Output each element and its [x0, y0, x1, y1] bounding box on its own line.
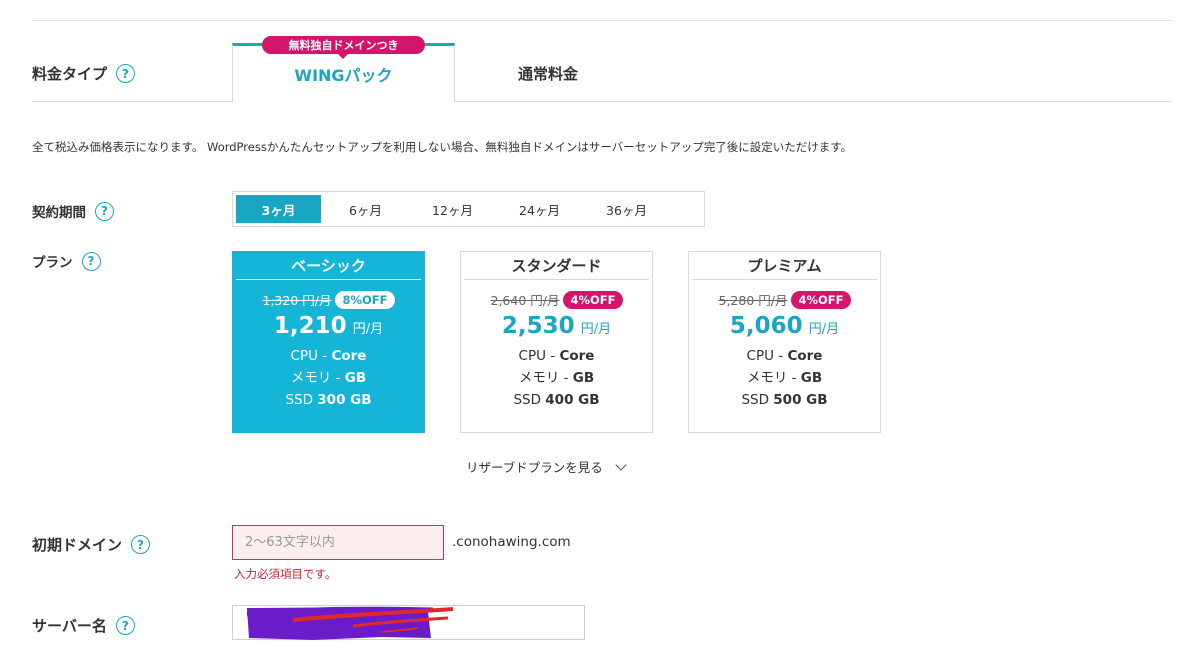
server-name-input[interactable]	[232, 605, 585, 640]
spec-memory: メモリ - GB	[290, 370, 367, 386]
monthly-price: 2,530	[501, 313, 575, 339]
question-circle-icon[interactable]: ?	[115, 616, 135, 635]
period-option-24m[interactable]: 24ヶ月	[497, 195, 582, 223]
top-divider	[32, 20, 1172, 21]
plan-card-standard[interactable]: スタンダード 2,640 円/月 4%OFF 2,530 円/月 CPU - C…	[460, 251, 653, 433]
discount-badge: 4%OFF	[791, 290, 851, 309]
plan-label: プラン ?	[32, 251, 101, 271]
old-price: 1,320 円/月	[262, 293, 332, 308]
monthly-price: 5,060	[729, 313, 803, 339]
reserved-plan-link[interactable]: リザーブドプランを見る	[466, 457, 627, 476]
period-option-3m[interactable]: 3ヶ月	[236, 195, 321, 223]
spec-cpu: CPU - Core	[290, 348, 367, 364]
initial-domain-input[interactable]	[232, 525, 444, 560]
plan-card-basic[interactable]: ベーシック 1,320 円/月 8%OFF 1,210 円/月 CPU - Co…	[232, 251, 425, 433]
initial-domain-label: 初期ドメイン ?	[32, 534, 151, 555]
tab-normal-price[interactable]: 通常料金	[456, 44, 640, 102]
spec-memory: メモリ - GB	[518, 370, 595, 386]
period-option-12m[interactable]: 12ヶ月	[410, 195, 495, 223]
tax-note: 全て税込み価格表示になります。 WordPressかんたんセットアップを利用しな…	[32, 140, 853, 154]
period-option-6m[interactable]: 6ヶ月	[323, 195, 408, 223]
contract-period-label: 契約期間 ?	[32, 201, 114, 221]
discount-badge: 8%OFF	[335, 290, 395, 309]
chevron-down-icon	[615, 458, 627, 471]
old-price: 2,640 円/月	[490, 293, 560, 308]
required-error: 入力必須項目です。	[234, 567, 337, 581]
free-domain-badge: 無料独自ドメインつき	[262, 36, 425, 59]
plan-name: ベーシック	[236, 252, 421, 280]
price-unit: 円/月	[352, 322, 384, 337]
period-option-36m[interactable]: 36ヶ月	[584, 195, 669, 223]
price-type-label: 料金タイプ ?	[32, 63, 136, 84]
question-circle-icon[interactable]: ?	[131, 535, 151, 554]
price-unit: 円/月	[808, 322, 840, 337]
plan-name: スタンダード	[464, 252, 649, 280]
plan-name: プレミアム	[692, 252, 877, 280]
spec-cpu: CPU - Core	[746, 348, 823, 364]
monthly-price: 1,210	[273, 313, 347, 339]
contract-period-selector: 3ヶ月 6ヶ月 12ヶ月 24ヶ月 36ヶ月	[232, 191, 705, 227]
server-name-label: サーバー名 ?	[32, 615, 135, 636]
plan-card-premium[interactable]: プレミアム 5,280 円/月 4%OFF 5,060 円/月 CPU - Co…	[688, 251, 881, 433]
spec-ssd: SSD 500 GB	[741, 392, 828, 408]
spec-memory: メモリ - GB	[746, 370, 823, 386]
question-circle-icon[interactable]: ?	[95, 201, 114, 221]
question-circle-icon[interactable]: ?	[116, 64, 136, 83]
redaction-scribble	[246, 606, 454, 640]
spec-cpu: CPU - Core	[518, 348, 595, 364]
old-price: 5,280 円/月	[718, 293, 788, 308]
spec-ssd: SSD 300 GB	[285, 392, 372, 408]
spec-ssd: SSD 400 GB	[513, 392, 600, 408]
price-unit: 円/月	[580, 322, 612, 337]
question-circle-icon[interactable]: ?	[81, 251, 101, 271]
domain-suffix: .conohawing.com	[452, 534, 571, 550]
discount-badge: 4%OFF	[563, 290, 623, 309]
